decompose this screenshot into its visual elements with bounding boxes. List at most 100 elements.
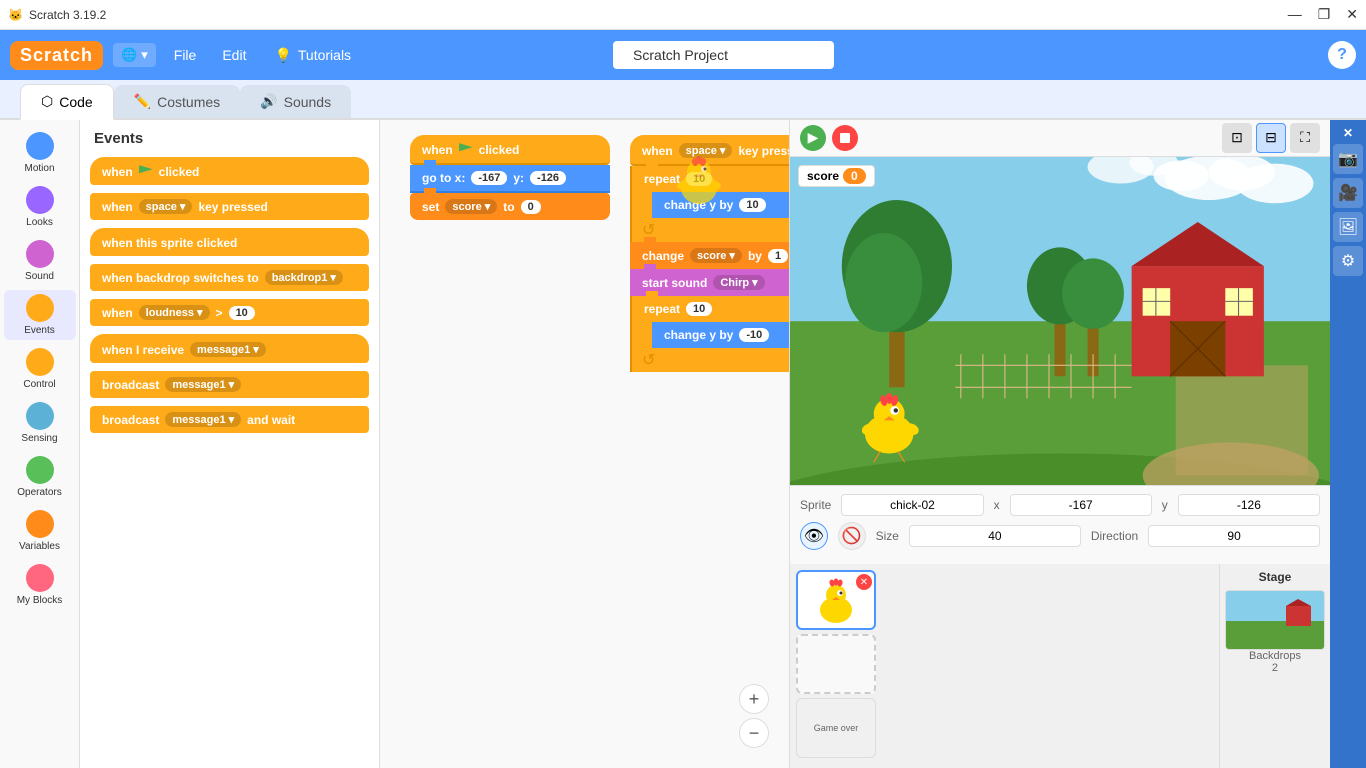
repeat-block-2[interactable]: repeat 10 change y by -10 ↺ xyxy=(630,296,790,372)
stop-button[interactable] xyxy=(832,125,858,151)
sprite-list: ✕ Game over Stage xyxy=(790,564,1330,768)
x-value[interactable]: -167 xyxy=(471,171,507,185)
stage-column-title: Stage xyxy=(1259,570,1292,584)
message1-dropdown1[interactable]: message1 ▾ xyxy=(190,342,266,357)
zoom-out-button[interactable]: − xyxy=(739,718,769,748)
minimize-button[interactable]: — xyxy=(1288,6,1302,23)
stage-thumb-svg xyxy=(1226,591,1325,650)
space-dropdown[interactable]: space ▾ xyxy=(139,199,193,214)
sprite-name-input[interactable] xyxy=(841,494,983,516)
key-pressed-text: key pressed xyxy=(198,200,267,214)
x-input[interactable] xyxy=(1010,494,1152,516)
help-button[interactable]: ? xyxy=(1328,41,1356,69)
restore-button[interactable]: ❐ xyxy=(1318,6,1331,23)
block-when-loudness[interactable]: when loudness ▾ > 10 xyxy=(90,299,369,326)
score-dropdown2[interactable]: score ▾ xyxy=(690,248,742,263)
block-when-receive[interactable]: when I receive message1 ▾ xyxy=(90,334,369,363)
broadcast-text2: broadcast xyxy=(102,413,159,427)
backdrop-label: Backdrops xyxy=(1249,650,1301,662)
looks-label: Looks xyxy=(26,217,53,228)
message1-dropdown2[interactable]: message1 ▾ xyxy=(165,377,241,392)
size-input[interactable] xyxy=(909,525,1081,547)
score-to-value[interactable]: 0 xyxy=(521,200,541,214)
close-button[interactable]: ✕ xyxy=(1346,6,1358,23)
app-icon: 🐱 xyxy=(8,8,23,22)
category-sensing[interactable]: Sensing xyxy=(4,398,76,448)
tutorials-button[interactable]: 💡 Tutorials xyxy=(264,43,361,68)
sprite-thumb-empty[interactable] xyxy=(796,634,876,694)
app-title: Scratch 3.19.2 xyxy=(23,8,1288,22)
loudness-value[interactable]: 10 xyxy=(229,306,255,320)
edit-menu[interactable]: Edit xyxy=(214,43,254,67)
backdrop-dropdown[interactable]: backdrop1 ▾ xyxy=(265,270,343,285)
language-selector[interactable]: 🌐 ▾ xyxy=(113,43,156,67)
title-bar: 🐱 Scratch 3.19.2 — ❐ ✕ xyxy=(0,0,1366,30)
stage-controls: ▶ ⊡ ⊟ ⛶ xyxy=(790,120,1330,157)
stage-area: ▶ ⊡ ⊟ ⛶ xyxy=(790,120,1330,768)
y-value[interactable]: -126 xyxy=(530,171,566,185)
image-icon-btn[interactable]: 🖼 xyxy=(1333,212,1363,242)
green-flag-button[interactable]: ▶ xyxy=(800,125,826,151)
script-area[interactable]: when clicked go to x: -167 y: -126 set s… xyxy=(380,120,790,768)
block-when-space[interactable]: when space ▾ key pressed xyxy=(90,193,369,220)
script-group-flag[interactable]: when clicked go to x: -167 y: -126 set s… xyxy=(410,135,610,220)
settings-icon-btn[interactable]: ⚙ xyxy=(1333,246,1363,276)
motion-label: Motion xyxy=(24,163,54,174)
set-text: set xyxy=(422,200,439,214)
message1-dropdown3[interactable]: message1 ▾ xyxy=(165,412,241,427)
costumes-tab-icon: ✏️ xyxy=(134,93,151,110)
score-dropdown1[interactable]: score ▾ xyxy=(445,199,497,214)
operators-label: Operators xyxy=(17,487,61,498)
set-score-block[interactable]: set score ▾ to 0 xyxy=(410,193,610,220)
direction-input[interactable] xyxy=(1148,525,1320,547)
category-control[interactable]: Control xyxy=(4,344,76,394)
events-dot xyxy=(26,294,54,322)
tab-sounds[interactable]: 🔊 Sounds xyxy=(240,85,351,118)
hide-button[interactable]: 🚫 xyxy=(838,522,866,550)
flag-icon xyxy=(139,165,153,179)
category-operators[interactable]: Operators xyxy=(4,452,76,502)
change-y-value2[interactable]: -10 xyxy=(739,328,769,342)
show-button[interactable]: 👁 xyxy=(800,522,828,550)
project-title-input[interactable] xyxy=(613,41,834,69)
category-sound[interactable]: Sound xyxy=(4,236,76,286)
sprite-thumb-chick[interactable]: ✕ xyxy=(796,570,876,630)
start-sound-text: start sound xyxy=(642,276,707,290)
camera-icon-btn[interactable]: 📷 xyxy=(1333,144,1363,174)
chirp-dropdown[interactable]: Chirp ▾ xyxy=(713,275,764,290)
goto-block[interactable]: go to x: -167 y: -126 xyxy=(410,165,610,193)
sidebar-expand-btn[interactable]: ✕ xyxy=(1343,126,1353,140)
category-motion[interactable]: Motion xyxy=(4,128,76,178)
repeat-value2[interactable]: 10 xyxy=(686,302,712,316)
sprite-delete-button[interactable]: ✕ xyxy=(856,574,872,590)
sound-dot xyxy=(26,240,54,268)
category-myblocks[interactable]: My Blocks xyxy=(4,560,76,610)
change-y-value1[interactable]: 10 xyxy=(739,198,765,212)
fullscreen-button[interactable]: ⛶ xyxy=(1290,123,1320,153)
block-when-backdrop[interactable]: when backdrop switches to backdrop1 ▾ xyxy=(90,264,369,291)
stage-thumb[interactable] xyxy=(1225,590,1325,650)
tab-costumes[interactable]: ✏️ Costumes xyxy=(114,85,240,118)
tab-bar: ⬡ Code ✏️ Costumes 🔊 Sounds xyxy=(0,80,1366,120)
y-input[interactable] xyxy=(1178,494,1320,516)
normal-view-button[interactable]: ⊡ xyxy=(1222,123,1252,153)
small-view-button[interactable]: ⊟ xyxy=(1256,123,1286,153)
category-events[interactable]: Events xyxy=(4,290,76,340)
block-broadcast-wait[interactable]: broadcast message1 ▾ and wait xyxy=(90,406,369,433)
zoom-in-button[interactable]: + xyxy=(739,684,769,714)
block-when-flag[interactable]: when clicked xyxy=(90,157,369,185)
score-by-value[interactable]: 1 xyxy=(768,249,788,263)
block-when-sprite-clicked[interactable]: when this sprite clicked xyxy=(90,228,369,256)
change-y-block-2[interactable]: change y by -10 xyxy=(652,322,790,348)
category-looks[interactable]: Looks xyxy=(4,182,76,232)
events-panel: Events when clicked when space ▾ key pre… xyxy=(80,120,380,768)
video-icon-btn[interactable]: 🎥 xyxy=(1333,178,1363,208)
block-broadcast[interactable]: broadcast message1 ▾ xyxy=(90,371,369,398)
category-variables[interactable]: Variables xyxy=(4,506,76,556)
stage-view-buttons: ⊡ ⊟ ⛶ xyxy=(1222,123,1320,153)
file-menu[interactable]: File xyxy=(166,43,205,67)
tab-code[interactable]: ⬡ Code xyxy=(20,84,114,120)
motion-dot xyxy=(26,132,54,160)
loudness-dropdown[interactable]: loudness ▾ xyxy=(139,305,210,320)
sprite-thumb-gameover[interactable]: Game over xyxy=(796,698,876,758)
